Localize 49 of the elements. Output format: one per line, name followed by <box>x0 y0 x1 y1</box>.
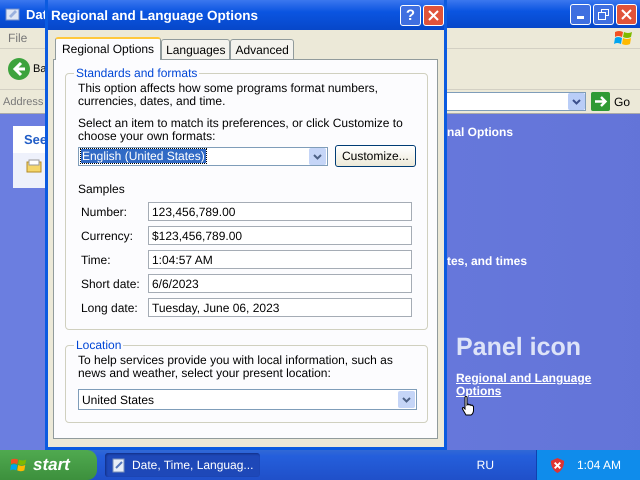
restore-icon <box>598 8 609 20</box>
minimize-icon <box>577 16 584 19</box>
restore-button[interactable] <box>593 4 614 24</box>
hand-cursor-icon <box>461 396 475 416</box>
description-text: To help services provide you with local information, such as news and weather, select your present location: <box>78 354 394 380</box>
dialog-title: Regional and Language Options <box>51 8 258 22</box>
go-label[interactable]: Go <box>614 94 636 108</box>
windows-logo-icon <box>614 29 634 47</box>
regional-options-link[interactable]: Regional and Language Options <box>456 372 606 398</box>
close-icon <box>621 8 632 20</box>
sample-label: Short date: <box>81 276 141 290</box>
sample-label: Time: <box>81 252 112 266</box>
sample-field: 123,456,789.00 <box>148 202 412 221</box>
tab[interactable]: Regional Options <box>55 37 162 60</box>
sample-label: Number: <box>81 204 128 218</box>
group-title: Standards and formats <box>75 66 198 80</box>
subheading: tes, and times <box>447 254 528 268</box>
description-text: This option affects how some programs format numbers, currencies, dates, and time. <box>78 82 379 108</box>
windows-logo-icon <box>10 457 28 473</box>
close-button[interactable] <box>423 4 444 26</box>
customize-button[interactable]: Customize... <box>335 145 416 167</box>
tab[interactable]: Advanced <box>230 39 294 59</box>
group-title: Location <box>75 338 122 352</box>
instruction-text: Select an item to match its preferences, or click Customize to choose your own formats: <box>78 117 404 143</box>
document-icon <box>111 457 127 473</box>
panel-heading: Panel icon <box>456 333 582 362</box>
tab[interactable]: Languages <box>161 39 230 59</box>
sample-label: Long date: <box>81 300 139 314</box>
sample-label: Currency: <box>81 228 134 242</box>
heading: nal Options <box>447 125 514 139</box>
control-panel-icon <box>5 6 21 22</box>
minimize-button[interactable] <box>570 4 591 24</box>
language-indicator[interactable]: RU <box>476 458 494 472</box>
location-dropdown[interactable]: United States <box>78 389 417 410</box>
help-button[interactable]: ? <box>400 4 421 26</box>
samples-label: Samples <box>78 182 126 196</box>
shield-icon[interactable] <box>550 456 565 474</box>
taskbar-button[interactable]: Date, Time, Languag... <box>105 453 260 477</box>
close-icon <box>428 10 439 20</box>
sample-field: 1:04:57 AM <box>148 250 412 269</box>
clock: 1:04 AM <box>577 458 622 472</box>
sample-field: Tuesday, June 06, 2023 <box>148 298 412 317</box>
sample-field: 6/6/2023 <box>148 274 412 293</box>
address-label: Address <box>3 96 44 108</box>
folder-icon <box>26 158 42 174</box>
menu-item[interactable]: File <box>8 31 28 45</box>
close-button[interactable] <box>616 4 637 24</box>
sample-field: $123,456,789.00 <box>148 226 412 245</box>
locale-dropdown[interactable]: English (United States) <box>78 146 328 166</box>
